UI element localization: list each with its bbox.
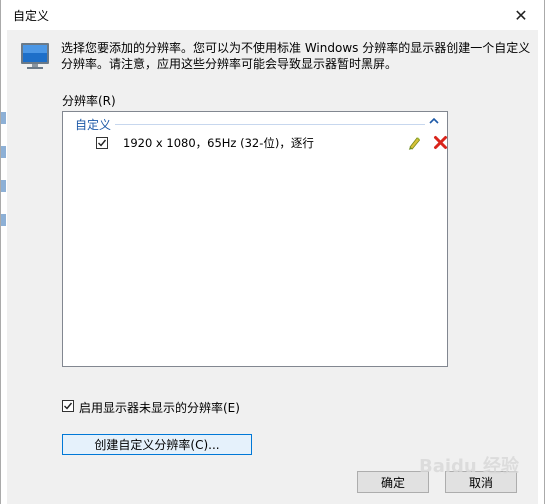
group-header-custom: 自定义 [75, 118, 112, 132]
edit-pencil-icon[interactable] [407, 136, 421, 150]
title-bar: 自定义 ✕ [1, 0, 544, 30]
checkmark-icon [98, 139, 107, 147]
resolution-listbox[interactable]: 自定义 1920 x 1080，65Hz (32-位)，逐行 [62, 111, 448, 367]
resolution-item-checkbox[interactable] [96, 137, 108, 149]
background-window-strip [1, 30, 7, 504]
create-custom-resolution-button[interactable]: 创建自定义分辨率(C)... [62, 434, 252, 455]
watermark: Baidu 经验 [419, 456, 520, 477]
description-text: 选择您要添加的分辨率。您可以为不使用标准 Windows 分辨率的显示器创建一个… [61, 41, 531, 71]
checkmark-icon [64, 402, 73, 410]
group-divider [115, 124, 425, 125]
window-title: 自定义 [13, 9, 50, 23]
close-icon: ✕ [514, 5, 528, 25]
resolution-label: 分辨率(R) [62, 94, 116, 108]
right-edge-strip [538, 30, 544, 504]
chevron-up-icon[interactable] [429, 117, 439, 125]
monitor-icon [21, 43, 49, 69]
close-button[interactable]: ✕ [498, 0, 544, 30]
resolution-item-text: 1920 x 1080，65Hz (32-位)，逐行 [123, 136, 314, 150]
dialog-window: 自定义 ✕ 选择您要添加的分辨率。您可以为不使用标准 Windows 分辨率的显… [0, 0, 545, 504]
delete-icon[interactable] [433, 135, 448, 150]
enable-checkbox[interactable] [62, 400, 74, 412]
resolution-item[interactable]: 1920 x 1080，65Hz (32-位)，逐行 [96, 134, 447, 152]
enable-label: 启用显示器未显示的分辨率(E) [79, 401, 240, 415]
